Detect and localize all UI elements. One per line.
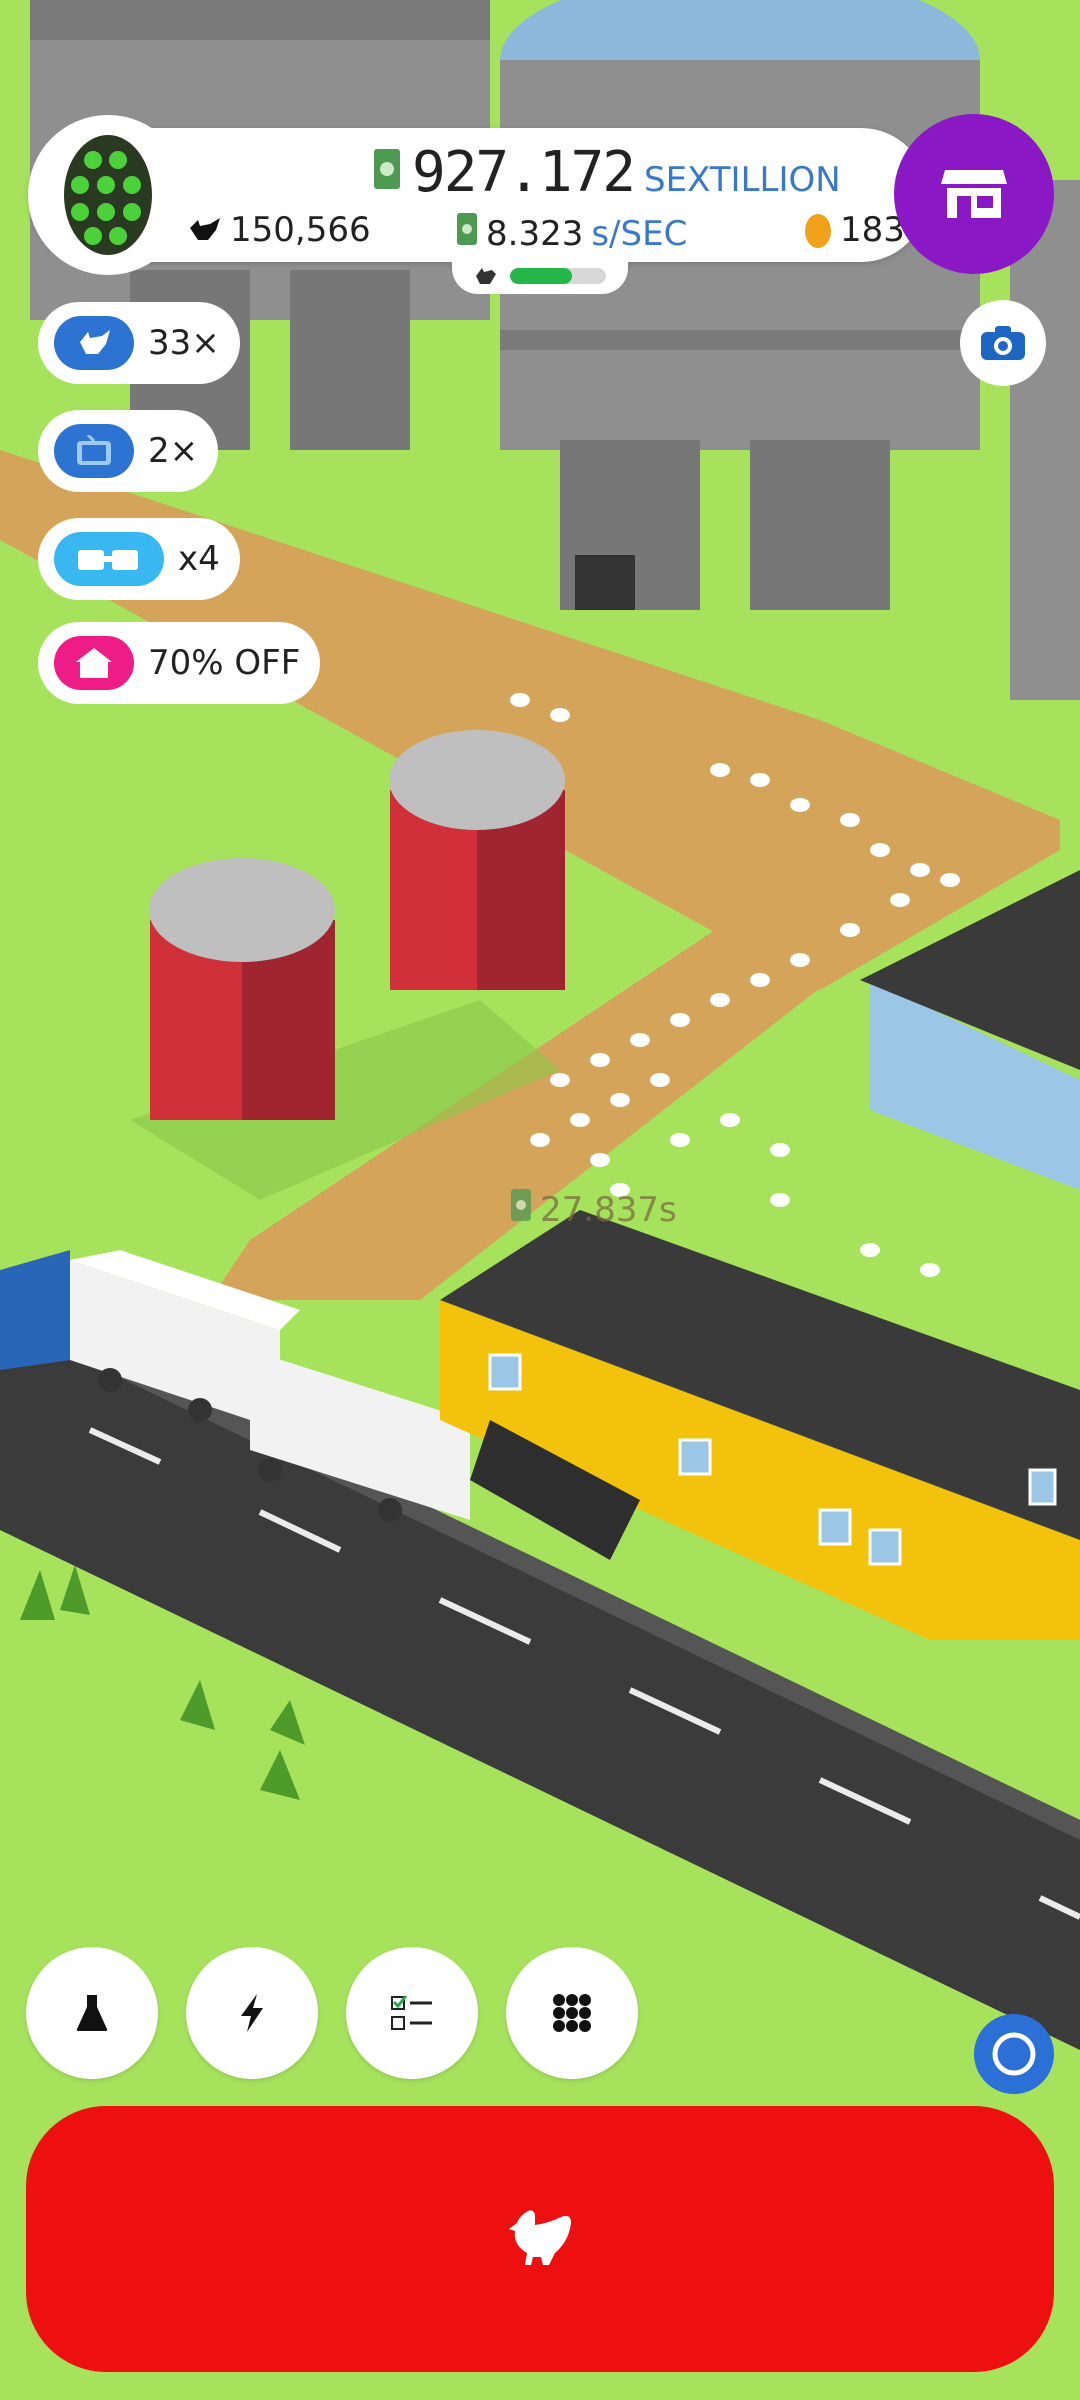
cash-icon xyxy=(456,212,478,255)
chicken-icon xyxy=(80,330,110,354)
boosts-button[interactable] xyxy=(186,1947,318,2079)
tv-icon xyxy=(77,435,111,465)
menu-button[interactable] xyxy=(506,1947,638,2079)
boost-drone-multiplier[interactable]: x4 xyxy=(38,518,240,600)
drone-icon xyxy=(78,550,138,570)
research-button[interactable] xyxy=(26,1947,158,2079)
checklist-icon xyxy=(391,1995,432,2030)
hen-icon xyxy=(476,268,496,284)
boost-label: 70% OFF xyxy=(148,643,301,683)
boost-pill xyxy=(54,424,134,478)
rate-unit: s/SEC xyxy=(591,213,688,254)
egg-type-button[interactable] xyxy=(28,115,188,275)
lightning-icon xyxy=(241,1994,263,2032)
hatch-progress xyxy=(452,254,628,294)
camera-button[interactable] xyxy=(960,300,1046,386)
house-icon xyxy=(76,648,112,678)
red-silo-2 xyxy=(149,858,335,1120)
boost-pill xyxy=(54,532,164,586)
money-unit: SEXTILLION xyxy=(644,160,841,200)
cash-icon xyxy=(372,147,402,195)
boost-pill xyxy=(54,316,134,370)
golden-egg-value: 183 xyxy=(840,210,905,250)
boost-label: 33× xyxy=(148,323,220,363)
boost-pill xyxy=(54,636,134,690)
hatch-chicken-button[interactable] xyxy=(26,2106,1054,2372)
floating-earnings-value: 27.837s xyxy=(540,1189,677,1230)
boost-label: 2× xyxy=(148,431,199,471)
boost-tv-multiplier[interactable]: 2× xyxy=(38,410,219,492)
green-egg-icon xyxy=(64,135,152,255)
chicken-silhouette-icon xyxy=(190,218,220,240)
boost-chicken-multiplier[interactable]: 33× xyxy=(38,302,240,384)
grid-icon xyxy=(553,1994,591,2032)
boost-label: x4 xyxy=(178,539,220,579)
boost-discount[interactable]: 70% OFF xyxy=(38,622,321,704)
cash-icon xyxy=(510,1188,532,1231)
camera-icon xyxy=(981,326,1025,360)
chicken-count-value: 150,566 xyxy=(230,210,371,250)
hatch-progress-track xyxy=(510,268,606,284)
shop-button[interactable] xyxy=(894,114,1054,274)
golden-egg-count: 183 xyxy=(804,210,905,250)
missions-button[interactable] xyxy=(346,1947,478,2079)
assist-button[interactable] xyxy=(974,2014,1054,2094)
golden-egg-icon xyxy=(805,214,831,248)
chicken-icon xyxy=(509,2210,571,2265)
red-silo-1 xyxy=(389,730,565,990)
earning-rate: 8.323 s/SEC xyxy=(456,212,687,255)
floating-earnings: 27.837s xyxy=(510,1188,677,1231)
money-display: 927.172 SEXTILLION xyxy=(372,140,841,205)
hatch-progress-fill xyxy=(510,268,573,284)
chicken-count: 150,566 xyxy=(186,210,371,250)
flask-icon xyxy=(76,1995,108,2031)
shop-icon xyxy=(941,170,1007,218)
money-value: 927.172 xyxy=(412,140,636,205)
rate-value: 8.323 xyxy=(486,213,584,254)
ring-icon xyxy=(992,2032,1036,2076)
